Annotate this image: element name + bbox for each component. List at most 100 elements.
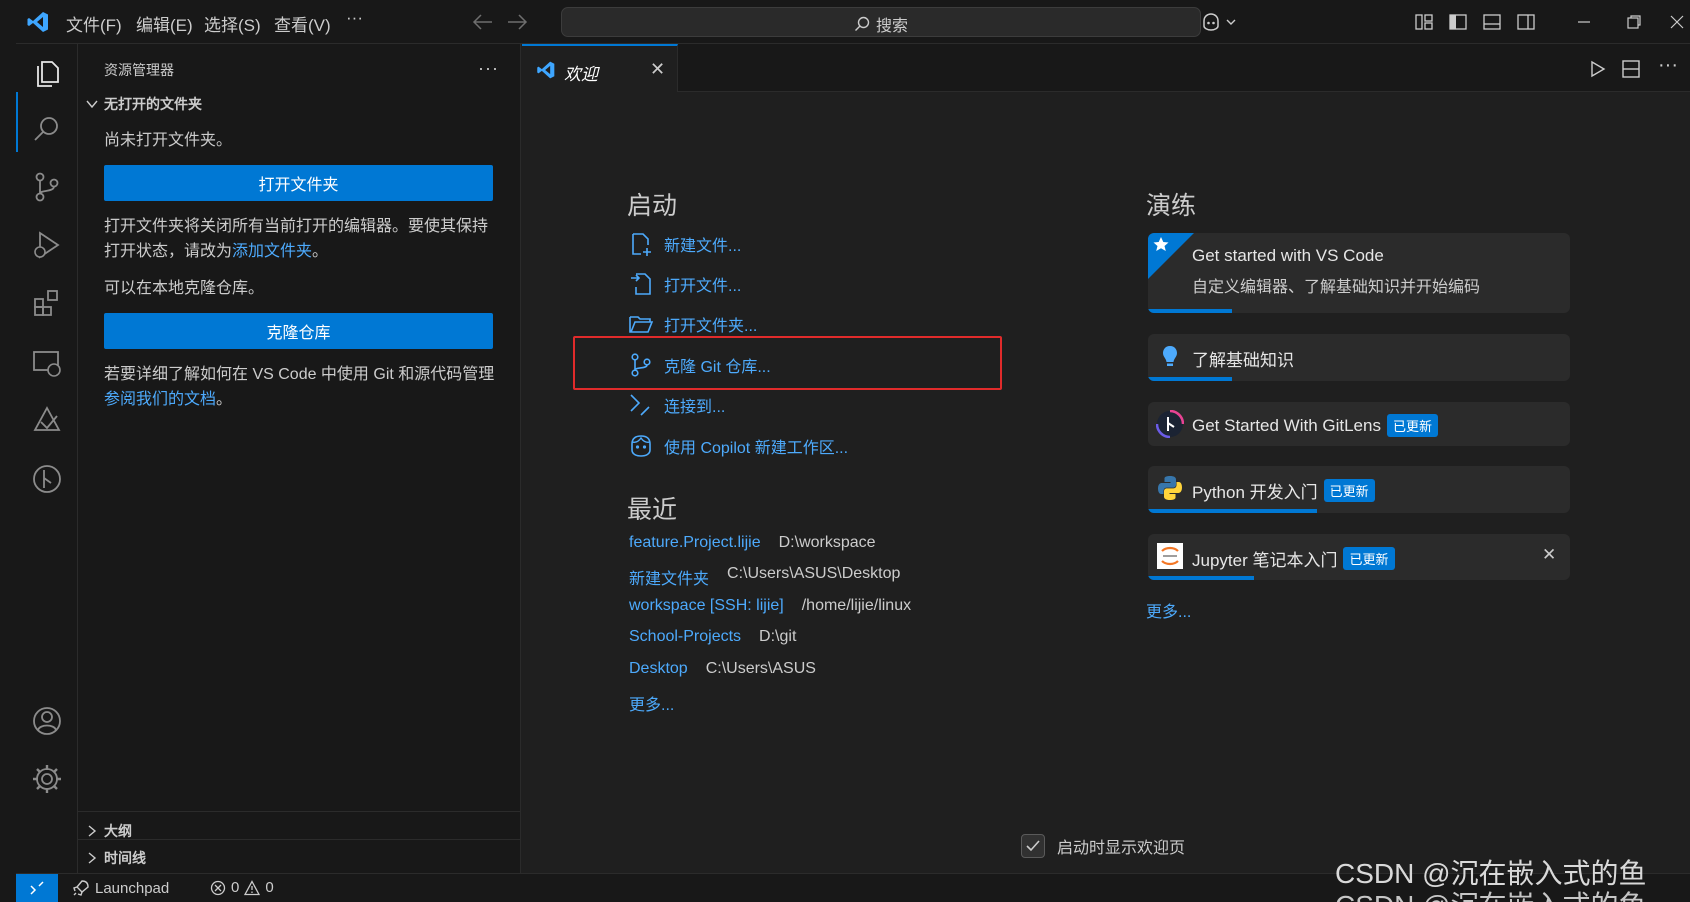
walkthrough-title: Get started with VS Code	[1192, 246, 1384, 266]
no-folder-text: 尚未打开文件夹。	[104, 132, 233, 149]
run-debug-icon[interactable]	[30, 228, 64, 262]
start-open-file[interactable]: 打开文件...	[628, 269, 741, 299]
recent-item[interactable]: 新建文件夹 C:\Users\ASUS\Desktop	[629, 565, 900, 589]
toggle-panel-icon[interactable]	[1482, 12, 1502, 32]
walkthrough-progress	[1148, 377, 1233, 381]
recent-more-link[interactable]: 更多...	[629, 691, 674, 715]
outline-section-header[interactable]: 大纲	[86, 821, 132, 841]
walkthrough-title-text: Python 开发入门	[1192, 483, 1318, 502]
run-icon[interactable]	[1586, 58, 1608, 80]
menu-view[interactable]: 查看(V)	[274, 11, 331, 36]
start-copilot-workspace[interactable]: 使用 Copilot 新建工作区...	[628, 431, 848, 461]
gitlens-icon[interactable]	[30, 462, 64, 496]
sidebar-more-button[interactable]: ···	[478, 58, 499, 79]
warning-icon	[244, 879, 261, 895]
toggle-secondary-sidebar-icon[interactable]	[1516, 12, 1536, 32]
toggle-sidebar-icon[interactable]	[1448, 12, 1468, 32]
recent-item[interactable]: School-Projects D:\git	[629, 628, 796, 646]
timeline-section-label: 时间线	[104, 850, 146, 866]
docs-link[interactable]: 参阅我们的文档	[104, 391, 216, 408]
search-label: 搜索	[876, 18, 909, 35]
recent-item-name[interactable]: 新建文件夹	[629, 565, 709, 589]
minimize-icon[interactable]	[1574, 12, 1594, 32]
recent-item[interactable]: workspace [SSH: lijie] /home/lijie/linux	[629, 597, 911, 615]
checkmark-icon	[1026, 840, 1040, 852]
timeline-section-header[interactable]: 时间线	[86, 848, 146, 868]
error-icon	[210, 880, 226, 895]
source-control-icon[interactable]	[30, 170, 64, 204]
tab-welcome[interactable]: 欢迎 ✕	[522, 44, 678, 92]
customize-layout-icon[interactable]	[1414, 12, 1434, 32]
walkthrough-title: Jupyter 笔记本入门 已更新	[1192, 546, 1395, 571]
add-folder-link[interactable]: 添加文件夹	[232, 243, 312, 260]
back-arrow-icon[interactable]	[472, 12, 494, 32]
start-connect-to-label: 连接到...	[664, 399, 726, 416]
explorer-icon[interactable]	[30, 56, 64, 90]
new-file-icon	[632, 233, 651, 256]
problems-item[interactable]: 0 0	[210, 879, 274, 896]
start-new-file[interactable]: 新建文件...	[628, 229, 741, 259]
open-folder-button[interactable]: 打开文件夹	[104, 165, 493, 201]
remote-explorer-icon[interactable]	[30, 346, 64, 380]
recent-item[interactable]: Desktop C:\Users\ASUS	[629, 660, 816, 678]
remote-indicator[interactable]	[16, 874, 58, 902]
recent-item-name[interactable]: feature.Project.lijie	[629, 534, 761, 552]
walkthrough-card[interactable]: 了解基础知识	[1148, 334, 1570, 381]
recent-item-name[interactable]: School-Projects	[629, 628, 741, 646]
updated-badge: 已更新	[1343, 547, 1395, 570]
walkthrough-more-link[interactable]: 更多...	[1146, 598, 1191, 622]
recent-item-path: D:\workspace	[778, 534, 876, 551]
active-indicator	[16, 92, 18, 152]
menu-more[interactable]: ···	[346, 8, 363, 28]
start-open-file-label: 打开文件...	[664, 278, 742, 295]
start-connect-to[interactable]: 连接到...	[628, 390, 725, 420]
walkthrough-card[interactable]: Get started with VS Code 自定义编辑器、了解基础知识并开…	[1148, 233, 1570, 313]
editor-tab-bar: 欢迎 ✕ ···	[522, 44, 1690, 92]
tab-close-button[interactable]: ✕	[650, 59, 665, 80]
walkthrough-progress	[1148, 576, 1254, 580]
split-editor-icon[interactable]	[1620, 58, 1642, 80]
recent-item-name[interactable]: Desktop	[629, 660, 688, 678]
recent-item[interactable]: feature.Project.lijie D:\workspace	[629, 534, 876, 552]
accounts-icon[interactable]	[30, 704, 64, 738]
more-actions-button[interactable]: ···	[1658, 54, 1680, 76]
chevron-down-icon	[86, 100, 98, 109]
menu-file[interactable]: 文件(F)	[66, 11, 122, 36]
show-on-startup-label: 启动时显示欢迎页	[1057, 840, 1186, 857]
walkthrough-progress	[1148, 309, 1233, 313]
clone-repo-button[interactable]: 克隆仓库	[104, 313, 493, 349]
start-open-folder[interactable]: 打开文件夹...	[628, 309, 757, 339]
launchpad-item[interactable]: Launchpad	[72, 879, 169, 897]
walkthrough-card[interactable]: Python 开发入门 已更新	[1148, 466, 1570, 513]
testing-icon[interactable]	[30, 404, 64, 438]
dismiss-walkthrough-button[interactable]: ✕	[1542, 545, 1556, 565]
settings-gear-icon[interactable]	[30, 762, 64, 796]
start-copilot-label: 使用 Copilot 新建工作区...	[664, 440, 849, 457]
forward-arrow-icon[interactable]	[506, 12, 528, 32]
recent-item-path: C:\Users\ASUS\Desktop	[727, 565, 901, 582]
left-gap	[0, 0, 16, 902]
menu-selection[interactable]: 选择(S)	[204, 11, 261, 36]
restore-icon[interactable]	[1624, 12, 1644, 32]
chevron-right-icon	[88, 852, 97, 864]
walkthrough-progress	[1148, 509, 1317, 513]
outline-section-label: 大纲	[104, 823, 132, 839]
title-bar: 文件(F) 编辑(E) 选择(S) 查看(V) ··· 搜索	[16, 0, 1690, 44]
walkthrough-title-text: Jupyter 笔记本入门	[1192, 551, 1338, 570]
search-view-icon[interactable]	[30, 112, 64, 146]
start-open-folder-label: 打开文件夹...	[664, 318, 758, 335]
copilot-icon[interactable]	[1200, 12, 1240, 32]
close-window-icon[interactable]	[1668, 12, 1686, 32]
walkthrough-card[interactable]: Get Started With GitLens 已更新	[1148, 402, 1570, 446]
gitlens-icon	[1156, 410, 1184, 438]
walkthrough-card[interactable]: Jupyter 笔记本入门 已更新 ✕	[1148, 534, 1570, 580]
no-folder-section-header[interactable]: 无打开的文件夹	[86, 94, 202, 114]
extensions-icon[interactable]	[30, 286, 64, 320]
show-on-startup-row: 启动时显示欢迎页	[1021, 834, 1185, 858]
open-folder-info: 打开文件夹将关闭所有当前打开的编辑器。要使其保持打开状态，请改为添加文件夹。	[104, 214, 499, 264]
recent-heading: 最近	[627, 496, 678, 524]
show-on-startup-checkbox[interactable]	[1021, 834, 1045, 858]
command-search-box[interactable]: 搜索	[561, 7, 1201, 37]
menu-edit[interactable]: 编辑(E)	[136, 11, 193, 36]
recent-item-name[interactable]: workspace [SSH: lijie]	[629, 597, 784, 615]
